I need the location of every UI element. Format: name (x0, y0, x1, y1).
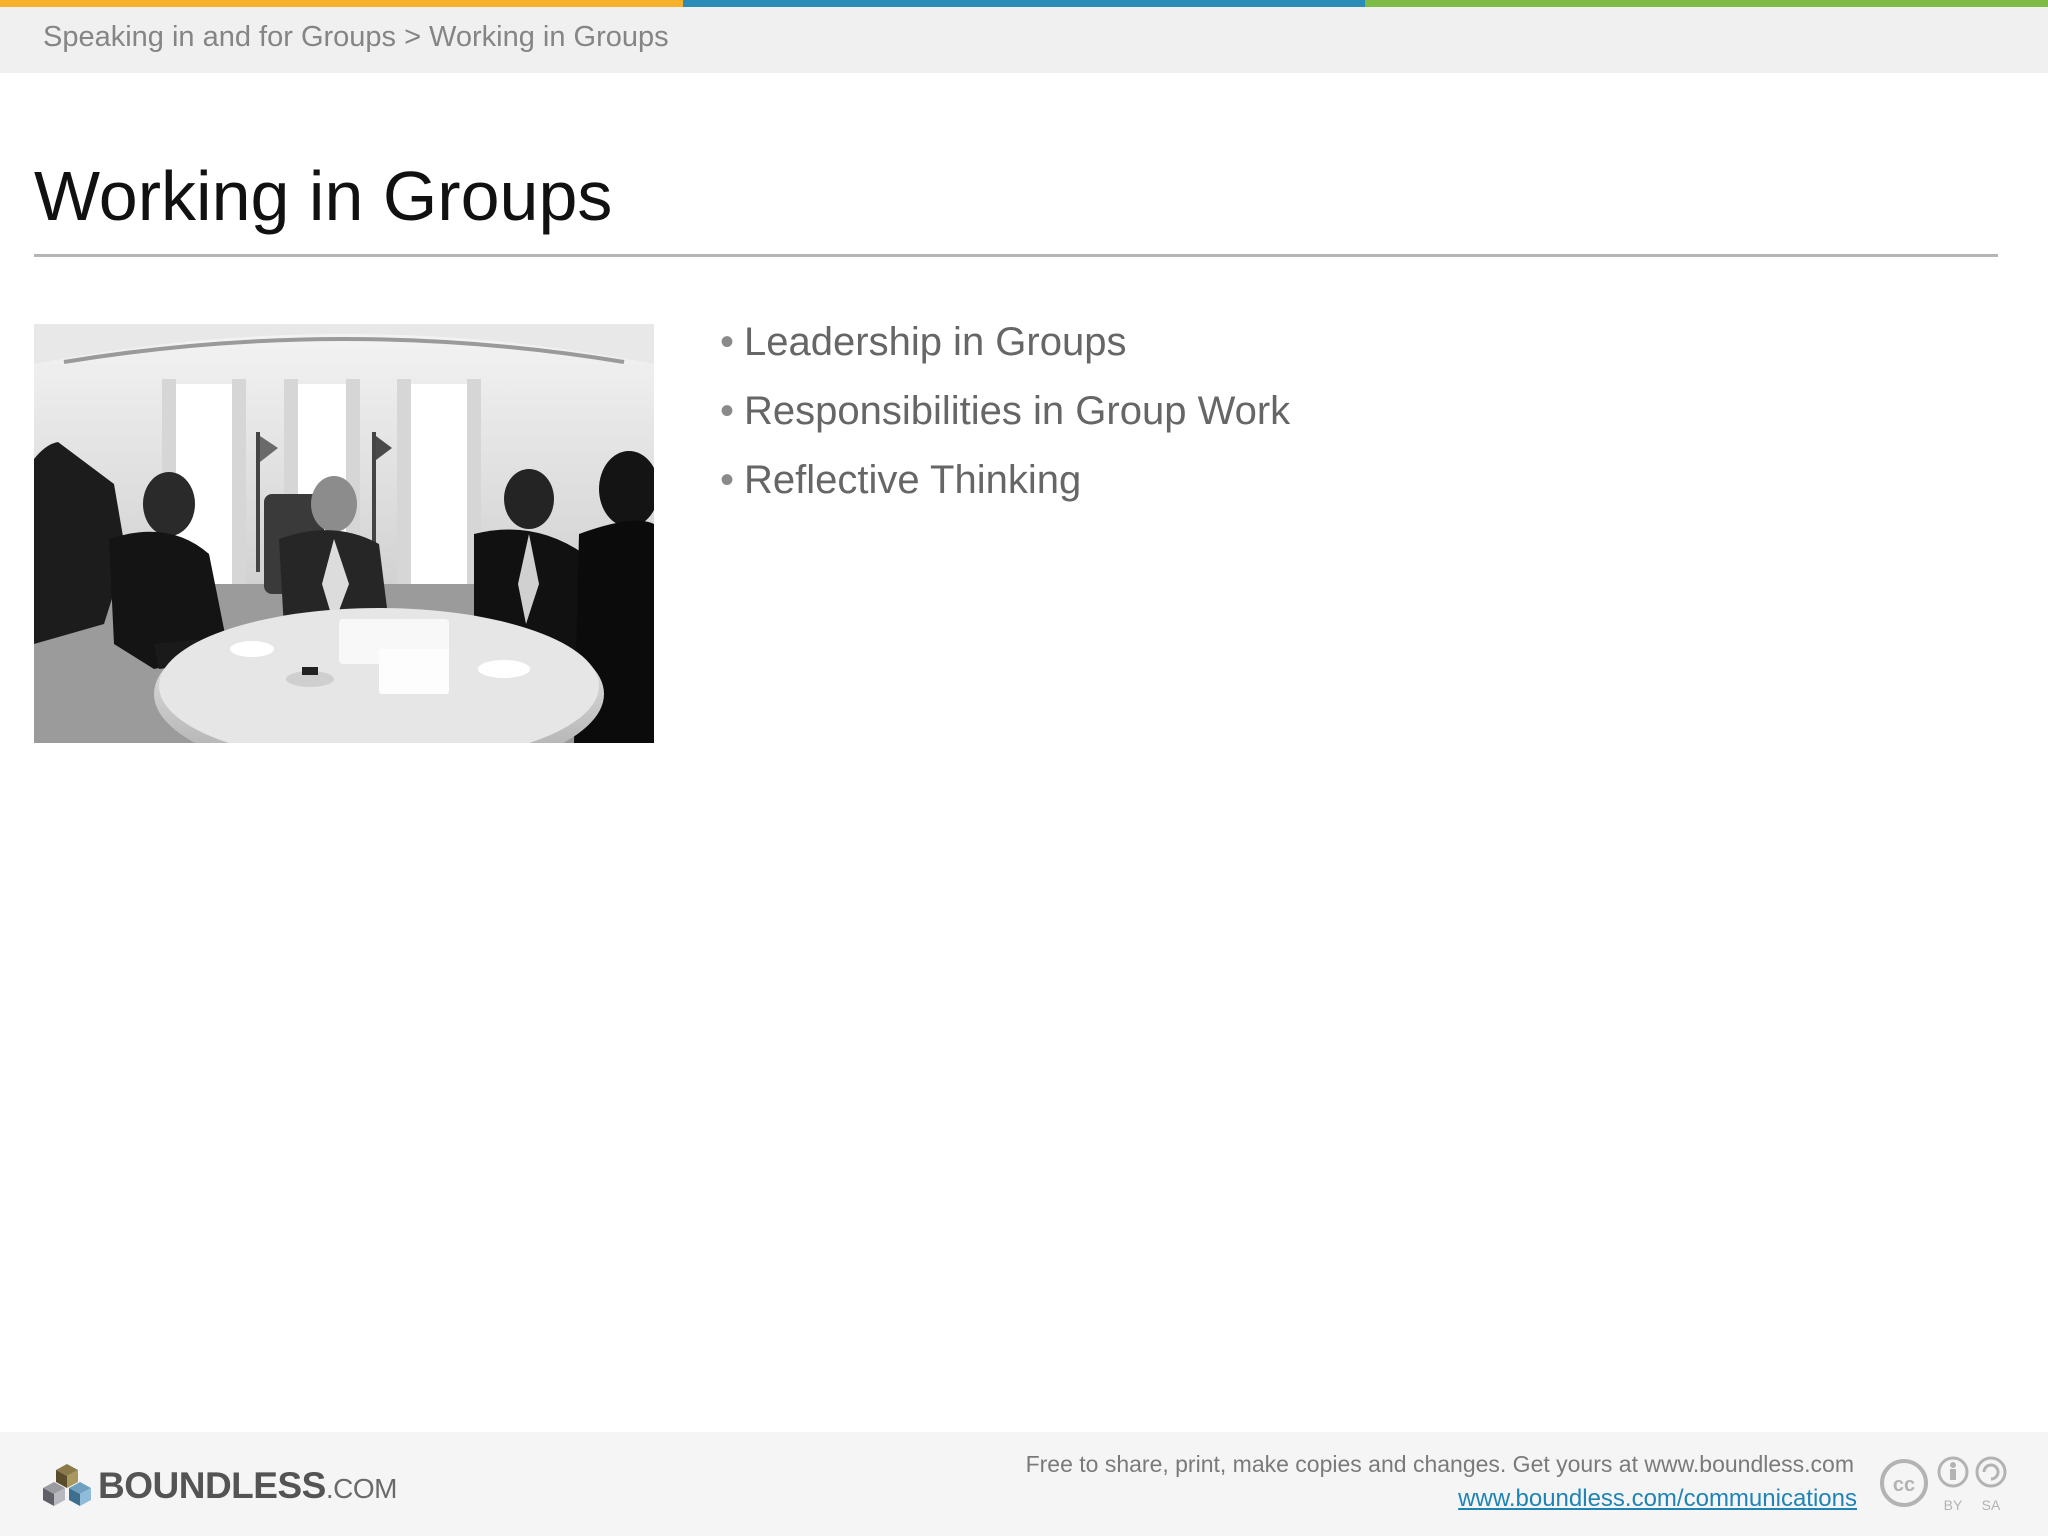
breadcrumb-parent[interactable]: Speaking in and for Groups (43, 21, 396, 53)
logo-wordmark: BOUNDLESS.COM (98, 1465, 397, 1507)
bullet-list: • Leadership in Groups • Responsibilities … (720, 308, 1290, 515)
top-color-stripes (0, 0, 2048, 7)
bullet-text: Reflective Thinking (744, 458, 1082, 502)
logo-main-text: BOUNDLESS (98, 1465, 326, 1506)
license-by-label: BY (1944, 1497, 1963, 1513)
bullet-text: Leadership in Groups (744, 320, 1127, 364)
logo-suffix-text: .COM (325, 1473, 398, 1504)
footer-note: Free to share, print, make copies and ch… (1025, 1451, 1854, 1477)
meeting-photo (34, 324, 654, 743)
bullet-glyph: • (720, 389, 735, 433)
page-title: Working in Groups (34, 157, 613, 235)
license-sa-label: SA (1982, 1497, 2001, 1513)
list-item: • Reflective Thinking (720, 446, 1290, 515)
stripe-green (1365, 0, 2048, 7)
stripe-orange (0, 0, 683, 7)
bullet-glyph: • (720, 458, 735, 502)
list-item: • Responsibilities in Group Work (720, 377, 1290, 446)
breadcrumb: Speaking in and for Groups > Working in Gr… (43, 21, 669, 54)
cube-logo-icon (43, 1464, 91, 1506)
boundless-logo[interactable]: BOUNDLESS.COM (42, 1462, 397, 1510)
communications-link[interactable]: www.boundless.com/communications (1458, 1485, 1857, 1513)
breadcrumb-separator: > (404, 21, 421, 53)
slide-page: Speaking in and for Groups > Working in Gr… (0, 0, 2048, 1536)
footer: BOUNDLESS.COM Free to share, print, make… (0, 1432, 2048, 1536)
title-divider (34, 254, 1998, 257)
cc-by-sa-icon[interactable]: cc BY SA (1878, 1454, 2010, 1514)
list-item: • Leadership in Groups (720, 308, 1290, 377)
header-bar: Speaking in and for Groups > Working in Gr… (0, 7, 2048, 73)
bullet-glyph: • (720, 320, 735, 364)
breadcrumb-current: Working in Groups (429, 21, 669, 53)
bullet-text: Responsibilities in Group Work (744, 389, 1291, 433)
svg-text:cc: cc (1893, 1474, 1915, 1496)
stripe-blue (682, 0, 1366, 7)
